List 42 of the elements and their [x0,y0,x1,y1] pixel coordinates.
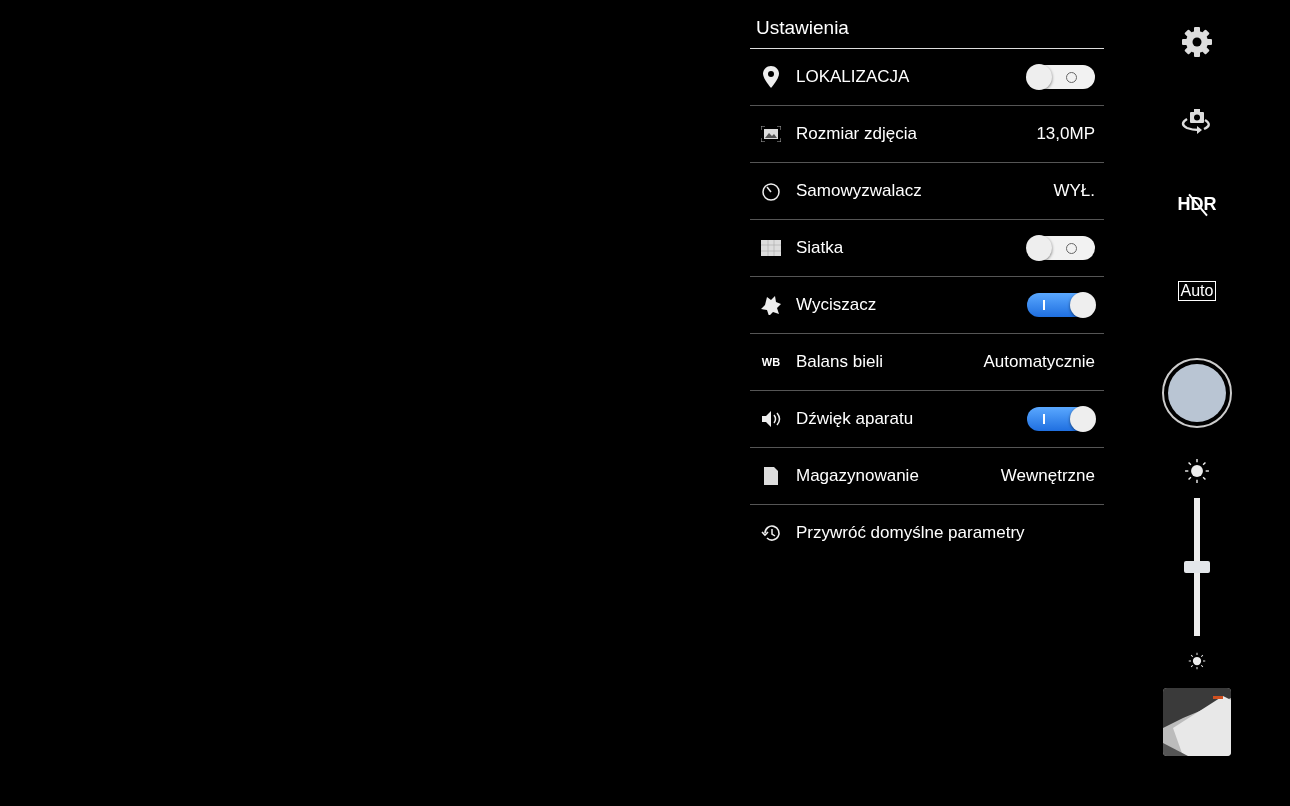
setting-value: WYŁ. [1053,181,1095,201]
panel-title: Ustawienia [750,12,1104,49]
gallery-thumbnail[interactable] [1163,688,1231,756]
location-pin-icon [763,66,779,88]
settings-row[interactable]: Dźwięk aparatu [750,391,1104,448]
puzzle-icon [761,295,781,315]
timer-icon [761,181,781,201]
grid-icon [761,240,781,256]
settings-row[interactable]: Samowyzwalacz WYŁ. [750,163,1104,220]
brightness-low-icon [1188,652,1206,670]
setting-value: 13,0MP [1036,124,1095,144]
setting-label: Wyciszacz [796,295,878,315]
wb-label: WB [761,356,781,368]
setting-label: Rozmiar zdjęcia [796,124,918,144]
scene-mode-button[interactable]: Auto [1177,281,1217,301]
image-icon [761,126,781,142]
settings-row[interactable]: Wyciszacz [750,277,1104,334]
toggle-switch[interactable] [1027,407,1095,431]
toggle-switch[interactable] [1027,293,1095,317]
sd-card-icon [764,467,778,485]
setting-value: Automatycznie [983,352,1095,372]
settings-row[interactable]: WB Balans bieli Automatycznie [750,334,1104,391]
setting-label: Balans bieli [796,352,884,372]
brightness-high-icon [1184,458,1210,484]
speaker-icon [761,410,781,428]
settings-row[interactable]: LOKALIZACJA [750,49,1104,106]
settings-icon[interactable] [1181,26,1213,58]
setting-value: Wewnętrzne [1000,466,1095,486]
toggle-switch[interactable] [1027,236,1095,260]
setting-label: Dźwięk aparatu [796,409,915,429]
history-icon [761,523,781,543]
settings-row[interactable]: Rozmiar zdjęcia 13,0MP [750,106,1104,163]
setting-label: Przywróć domyślne parametry [796,523,1026,543]
toggle-switch[interactable] [1027,65,1095,89]
setting-label: LOKALIZACJA [796,67,911,87]
settings-row[interactable]: Magazynowanie Wewnętrzne [750,448,1104,505]
setting-label: Magazynowanie [796,466,920,486]
slider-thumb[interactable] [1184,561,1210,573]
settings-row[interactable]: Siatka [750,220,1104,277]
setting-label: Samowyzwalacz [796,181,923,201]
setting-label: Siatka [796,238,845,258]
settings-row[interactable]: Przywróć domyślne parametry [750,505,1104,561]
